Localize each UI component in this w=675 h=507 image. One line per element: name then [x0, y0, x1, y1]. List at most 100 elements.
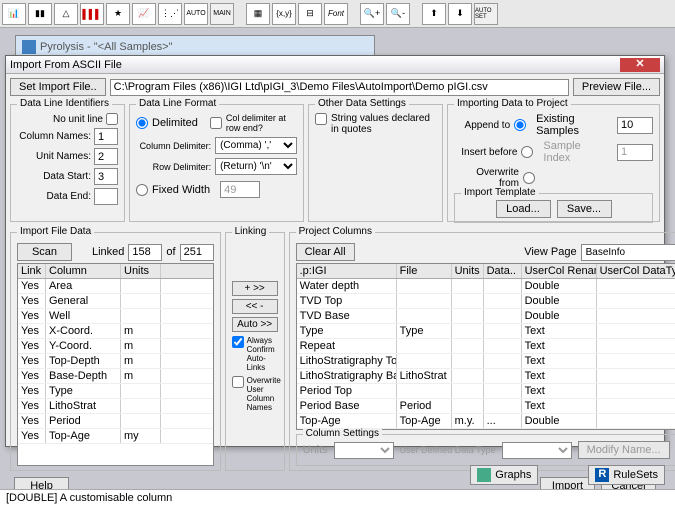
- th-data[interactable]: Data..: [484, 264, 522, 278]
- row-delim-label: Row Delimiter:: [136, 162, 211, 172]
- toolbar-icon[interactable]: 📊: [2, 3, 26, 25]
- clear-all-button[interactable]: Clear All: [296, 243, 355, 261]
- th-units[interactable]: Units: [121, 264, 161, 278]
- overwrite-from-radio[interactable]: [523, 172, 535, 184]
- importing-data-group: Importing Data to Project Append toExist…: [447, 104, 660, 222]
- th-link[interactable]: Link: [18, 264, 46, 278]
- save-template-button[interactable]: Save...: [557, 200, 612, 218]
- toolbar-icon[interactable]: ⊟: [298, 3, 322, 25]
- group-legend: Project Columns: [296, 226, 375, 237]
- th-units[interactable]: Units: [452, 264, 484, 278]
- append-to-radio[interactable]: [514, 119, 526, 131]
- table-row[interactable]: Water depthDouble: [297, 279, 675, 294]
- status-bar: [DOUBLE] A customisable column: [0, 489, 675, 507]
- rulesets-button[interactable]: RRuleSets: [588, 465, 665, 485]
- add-link-button[interactable]: + >>: [232, 281, 278, 296]
- table-row[interactable]: Period TopText: [297, 384, 675, 399]
- table-row[interactable]: TypeTypeText: [297, 324, 675, 339]
- unit-names-label: Unit Names:: [17, 151, 91, 162]
- table-row[interactable]: TVD BaseDouble: [297, 309, 675, 324]
- zoom-in-icon[interactable]: 🔍+: [360, 3, 384, 25]
- graphs-button[interactable]: Graphs: [470, 465, 538, 485]
- table-row[interactable]: Top-AgeTop-Agem.y....Double: [297, 414, 675, 429]
- table-row[interactable]: YesY-Coord.m: [18, 339, 213, 354]
- th-pigi[interactable]: .p:IGI: [297, 264, 397, 278]
- zoom-out-icon[interactable]: 🔍-: [386, 3, 410, 25]
- preview-file-button[interactable]: Preview File...: [573, 78, 660, 96]
- column-names-input[interactable]: [94, 128, 118, 145]
- insert-before-radio[interactable]: [521, 146, 533, 158]
- existing-samples-input[interactable]: [617, 117, 653, 134]
- toolbar-icon[interactable]: △: [54, 3, 78, 25]
- string-quotes-checkbox[interactable]: [315, 113, 327, 125]
- table-row[interactable]: YesBase-Depthm: [18, 369, 213, 384]
- col-delim-select[interactable]: (Comma) ',': [215, 137, 297, 154]
- toolbar-icon[interactable]: MAIN: [210, 3, 234, 25]
- data-start-input[interactable]: [94, 168, 118, 185]
- fixed-width-label: Fixed Width: [152, 184, 210, 196]
- unit-names-input[interactable]: [94, 148, 118, 165]
- always-confirm-checkbox[interactable]: [232, 336, 244, 348]
- toolbar-icon[interactable]: ▦: [246, 3, 270, 25]
- table-row[interactable]: TVD TopDouble: [297, 294, 675, 309]
- table-row[interactable]: LithoStratigraphy BaseLithoStratText: [297, 369, 675, 384]
- no-unit-line-checkbox[interactable]: [106, 113, 118, 125]
- toolbar-icon[interactable]: 📈: [132, 3, 156, 25]
- sample-index-input: [617, 144, 653, 161]
- table-row[interactable]: YesTop-Depthm: [18, 354, 213, 369]
- table-row[interactable]: YesX-Coord.m: [18, 324, 213, 339]
- import-file-table[interactable]: Link Column Units YesAreaYesGeneralYesWe…: [17, 263, 214, 466]
- row-delim-select[interactable]: (Return) '\n': [215, 158, 297, 175]
- col-row-end-checkbox[interactable]: [210, 117, 222, 129]
- table-row[interactable]: YesType: [18, 384, 213, 399]
- project-columns-table[interactable]: .p:IGI File Units Data.. UserCol Rename …: [296, 263, 675, 430]
- rulesets-icon: R: [595, 468, 609, 482]
- toolbar-icon[interactable]: ⬆: [422, 3, 446, 25]
- load-template-button[interactable]: Load...: [496, 200, 551, 218]
- main-toolbar: 📊 ▮▮ △ ▌▌▌ ★ 📈 ⋮⋰ AUTO MAIN ▦ {x,y} ⊟ Fo…: [0, 0, 675, 28]
- toolbar-icon[interactable]: AUTO SET: [474, 3, 498, 25]
- filepath-input[interactable]: [110, 79, 569, 96]
- th-column[interactable]: Column: [46, 264, 121, 278]
- table-row[interactable]: YesTop-Agemy: [18, 429, 213, 444]
- toolbar-icon[interactable]: AUTO: [184, 3, 208, 25]
- set-import-file-button[interactable]: Set Import File..: [10, 78, 106, 96]
- table-row[interactable]: Period BasePeriodText: [297, 399, 675, 414]
- table-row[interactable]: YesGeneral: [18, 294, 213, 309]
- overwrite-user-label: Overwrite User Column Names: [247, 376, 281, 412]
- toolbar-icon[interactable]: ★: [106, 3, 130, 25]
- table-row[interactable]: YesArea: [18, 279, 213, 294]
- col-row-end-label: Col delimiter at row end?: [226, 113, 297, 133]
- column-names-label: Column Names:: [17, 131, 91, 142]
- group-legend: Other Data Settings: [315, 98, 409, 109]
- toolbar-icon[interactable]: ▮▮: [28, 3, 52, 25]
- overwrite-user-checkbox[interactable]: [232, 376, 244, 388]
- toolbar-icon[interactable]: ▌▌▌: [80, 3, 104, 25]
- fixed-width-radio[interactable]: [136, 184, 148, 196]
- table-row[interactable]: YesPeriod: [18, 414, 213, 429]
- view-page-select[interactable]: BaseInfo: [581, 244, 675, 261]
- table-row[interactable]: RepeatText: [297, 339, 675, 354]
- table-row[interactable]: YesLithoStrat: [18, 399, 213, 414]
- linked-label: Linked: [92, 246, 124, 258]
- table-row[interactable]: LithoStratigraphy TopText: [297, 354, 675, 369]
- auto-link-button[interactable]: Auto >>: [232, 317, 278, 332]
- th-ucr[interactable]: UserCol Rename: [522, 264, 597, 278]
- sample-index-label: Sample Index: [543, 140, 609, 164]
- data-end-input[interactable]: [94, 188, 118, 205]
- string-quotes-label: String values declared in quotes: [331, 113, 436, 135]
- table-row[interactable]: YesWell: [18, 309, 213, 324]
- append-to-label: Append to: [454, 120, 510, 131]
- th-file[interactable]: File: [397, 264, 452, 278]
- toolbar-icon[interactable]: ⋮⋰: [158, 3, 182, 25]
- toolbar-icon[interactable]: ⬇: [448, 3, 472, 25]
- toolbar-icon[interactable]: {x,y}: [272, 3, 296, 25]
- remove-link-button[interactable]: << -: [232, 299, 278, 314]
- view-page-label: View Page: [524, 246, 576, 258]
- th-ucd[interactable]: UserCol DataType..: [597, 264, 675, 278]
- close-button[interactable]: ✕: [620, 58, 660, 72]
- group-legend: Linking: [232, 226, 270, 237]
- scan-button[interactable]: Scan: [17, 243, 72, 261]
- toolbar-icon[interactable]: Font: [324, 3, 348, 25]
- delimited-radio[interactable]: [136, 117, 148, 129]
